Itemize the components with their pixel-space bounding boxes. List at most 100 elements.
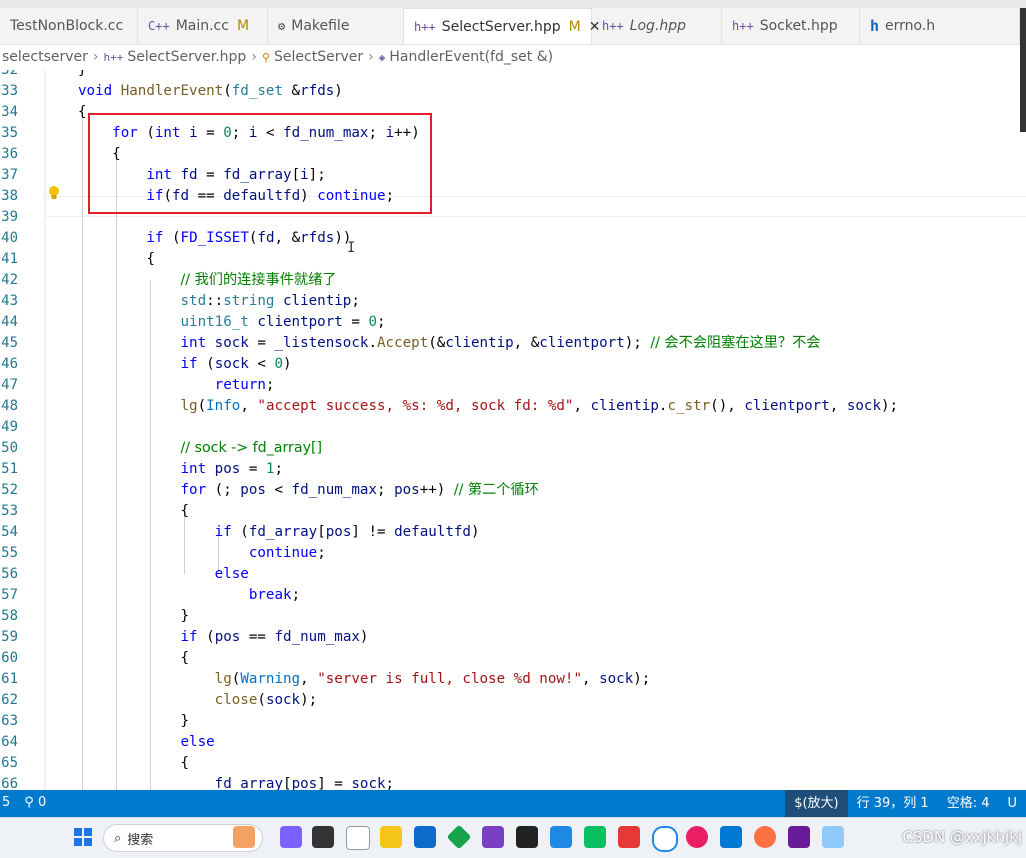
highlight-annotation-box bbox=[88, 113, 432, 214]
lightbulb-icon[interactable] bbox=[48, 185, 60, 201]
code-line: 33 void HandlerEvent(fd_set &rfds) bbox=[1, 83, 343, 99]
app-green-icon[interactable] bbox=[446, 824, 472, 850]
onenote-icon[interactable] bbox=[788, 826, 810, 848]
makefile-icon: ⚙ bbox=[278, 19, 286, 33]
tab-label: Log.hpp bbox=[629, 18, 687, 34]
store-icon[interactable] bbox=[414, 826, 436, 848]
tab-label: Makefile bbox=[291, 18, 350, 34]
windows-taskbar: ⌕ 搜索 CSDN @xxjkhjkj bbox=[0, 817, 1026, 858]
chevron-right-icon: › bbox=[368, 49, 374, 65]
app-orange-icon[interactable] bbox=[754, 826, 776, 848]
github-icon[interactable] bbox=[516, 826, 538, 848]
breadcrumb-class[interactable]: SelectServer bbox=[274, 49, 363, 65]
code-editor[interactable]: 32} 33 void HandlerEvent(fd_set &rfds) 34… bbox=[0, 70, 1026, 790]
breadcrumb-method[interactable]: HandlerEvent(fd_set &) bbox=[389, 49, 553, 65]
status-left-number[interactable]: 5 bbox=[2, 795, 10, 810]
search-icon: ⌕ bbox=[114, 830, 122, 846]
hpp-file-icon: h++ bbox=[602, 19, 624, 33]
tab-label: Main.cc bbox=[175, 18, 229, 34]
taskview-icon[interactable] bbox=[312, 826, 334, 848]
chevron-right-icon: › bbox=[251, 49, 257, 65]
code-line: 59 if (pos == fd_num_max) bbox=[1, 629, 369, 645]
indentation-setting[interactable]: 空格: 4 bbox=[938, 790, 999, 817]
vscode-icon[interactable] bbox=[720, 826, 742, 848]
visual-studio-icon[interactable] bbox=[482, 826, 504, 848]
code-line: 41 { bbox=[1, 251, 155, 267]
code-line: 58 } bbox=[1, 608, 190, 624]
code-line: 57 break; bbox=[1, 587, 301, 603]
watermark: CSDN @xxjkhjkj bbox=[902, 828, 1022, 846]
hpp-file-icon: h++ bbox=[732, 19, 754, 33]
code-line: 44 uint16_t clientport = 0; bbox=[1, 314, 386, 330]
chevron-right-icon: › bbox=[92, 49, 99, 65]
code-line: 43 std::string clientip; bbox=[1, 293, 360, 309]
code-line: 66 fd_array[pos] = sock; bbox=[1, 776, 395, 790]
tab-label: SelectServer.hpp bbox=[441, 18, 561, 35]
typora-icon[interactable] bbox=[346, 826, 370, 850]
tab-main[interactable]: C++ Main.cc M bbox=[138, 8, 268, 44]
tab-errno[interactable]: h errno.h bbox=[860, 8, 1020, 44]
search-placeholder: 搜索 bbox=[127, 832, 154, 848]
title-strip bbox=[0, 0, 1026, 8]
modified-badge: M bbox=[568, 18, 581, 35]
app-light-icon[interactable] bbox=[822, 826, 844, 848]
tab-selectserver[interactable]: h++ SelectServer.hpp M ✕ bbox=[404, 8, 600, 44]
code-line: 53 { bbox=[1, 503, 190, 519]
editor-tab-bar: TestNonBlock.cc C++ Main.cc M ⚙ Makefile… bbox=[0, 0, 1026, 132]
code-line: 51 int pos = 1; bbox=[1, 461, 284, 477]
antenna-icon: ⚲ bbox=[24, 795, 38, 810]
browser-icon[interactable] bbox=[652, 826, 678, 852]
code-line: 65 { bbox=[1, 755, 190, 771]
code-line: 52 for (; pos < fd_num_max; pos++) // 第二… bbox=[1, 482, 539, 498]
zoom-indicator[interactable]: $(放大) bbox=[785, 790, 848, 817]
tab-label: errno.h bbox=[885, 18, 936, 34]
app-blue-icon[interactable] bbox=[550, 826, 572, 848]
windows-start-icon[interactable] bbox=[72, 826, 94, 848]
code-line: 50 // sock -> fd_array[] bbox=[1, 440, 323, 456]
code-line: 49 bbox=[1, 419, 18, 435]
code-line: 47 return; bbox=[1, 377, 275, 393]
code-line: 40 if (FD_ISSET(fd, &rfds)) bbox=[1, 230, 352, 246]
tab-makefile[interactable]: ⚙ Makefile bbox=[268, 8, 404, 44]
code-line: 55 continue; bbox=[1, 545, 326, 561]
breadcrumb: selectserver › h++ SelectServer.hpp › ⚲ … bbox=[0, 46, 553, 68]
code-line: 60 { bbox=[1, 650, 190, 666]
widget-icon[interactable] bbox=[233, 826, 255, 848]
file-explorer-icon[interactable] bbox=[380, 826, 402, 848]
code-line: 32} bbox=[1, 70, 87, 78]
method-icon: ◈ bbox=[378, 50, 386, 64]
h-file-icon: h bbox=[870, 17, 880, 35]
code-line: 64 else bbox=[1, 734, 215, 750]
code-line: 42 // 我们的连接事件就绪了 bbox=[1, 272, 337, 288]
encoding-indicator[interactable]: U bbox=[998, 790, 1026, 817]
breadcrumb-file[interactable]: SelectServer.hpp bbox=[127, 49, 246, 65]
tab-label: Socket.hpp bbox=[759, 18, 838, 34]
cpp-file-icon: C++ bbox=[148, 19, 170, 33]
status-bar: 5 ⚲ 0 $(放大) 行 39，列 1 空格: 4 U bbox=[0, 790, 1026, 817]
code-line: 54 if (fd_array[pos] != defaultfd) bbox=[1, 524, 480, 540]
copilot-icon[interactable] bbox=[280, 826, 302, 848]
tab-socket[interactable]: h++ Socket.hpp bbox=[722, 8, 860, 44]
text-cursor-icon: I bbox=[347, 240, 356, 256]
code-line: 61 lg(Warning, "server is full, close %d… bbox=[1, 671, 651, 687]
code-line: 48 lg(Info, "accept success, %s: %d, soc… bbox=[1, 398, 899, 414]
modified-badge: M bbox=[236, 18, 250, 34]
class-icon: ⚲ bbox=[261, 50, 270, 64]
tab-label: TestNonBlock.cc bbox=[10, 18, 124, 34]
code-line: 45 int sock = _listensock.Accept(&client… bbox=[1, 335, 821, 351]
ports-indicator[interactable]: ⚲ 0 bbox=[24, 795, 46, 810]
status-left: 5 ⚲ 0 bbox=[2, 795, 46, 810]
status-right: $(放大) 行 39，列 1 空格: 4 U bbox=[785, 790, 1026, 817]
code-line: 56 else bbox=[1, 566, 249, 582]
cursor-position[interactable]: 行 39，列 1 bbox=[848, 790, 938, 817]
hpp-file-icon: h++ bbox=[414, 19, 436, 34]
hpp-file-icon: h++ bbox=[103, 50, 124, 64]
breadcrumb-folder[interactable]: selectserver bbox=[2, 49, 88, 65]
app-red-icon[interactable] bbox=[618, 826, 640, 848]
code-line: 63 } bbox=[1, 713, 190, 729]
code-line: 62 close(sock); bbox=[1, 692, 318, 708]
wechat-icon[interactable] bbox=[584, 826, 606, 848]
tab-log[interactable]: h++ Log.hpp bbox=[592, 8, 722, 44]
netease-music-icon[interactable] bbox=[686, 826, 708, 848]
tab-testnonblock[interactable]: TestNonBlock.cc bbox=[0, 8, 138, 44]
